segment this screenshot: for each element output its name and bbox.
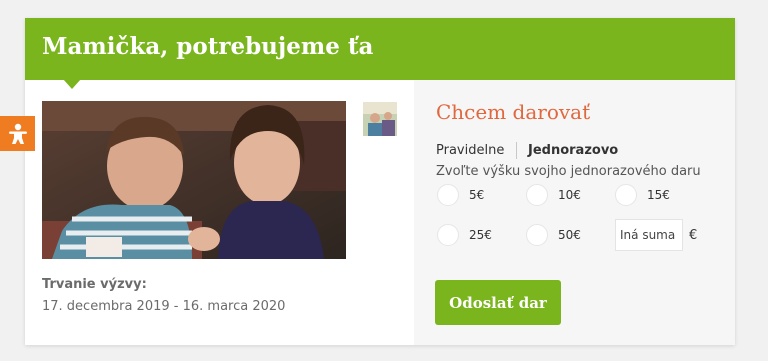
thumbnail-image bbox=[363, 102, 397, 136]
amount-hint: Zvoľte výšku svojho jednorazového daru bbox=[436, 164, 701, 179]
amount-label: 5€ bbox=[469, 188, 485, 202]
amount-option-15[interactable]: 15€ bbox=[615, 184, 670, 206]
amount-label: 50€ bbox=[558, 228, 581, 242]
duration-label: Trvanie výzvy: bbox=[42, 277, 147, 292]
amount-radio[interactable] bbox=[615, 184, 637, 206]
amount-radio[interactable] bbox=[526, 184, 548, 206]
campaign-badge bbox=[0, 116, 35, 151]
amount-option-25[interactable]: 25€ bbox=[437, 224, 492, 246]
other-amount-input[interactable] bbox=[615, 219, 683, 251]
tab-divider bbox=[516, 142, 517, 159]
header-notch bbox=[63, 79, 81, 89]
amount-option-10[interactable]: 10€ bbox=[526, 184, 581, 206]
tab-regular[interactable]: Pravidelne bbox=[436, 143, 504, 158]
amount-label: 10€ bbox=[558, 188, 581, 202]
campaign-photo bbox=[42, 101, 346, 259]
submit-donation-button[interactable]: Odoslať dar bbox=[435, 280, 561, 325]
amount-radio[interactable] bbox=[437, 184, 459, 206]
amount-label: 25€ bbox=[469, 228, 492, 242]
amount-radio[interactable] bbox=[437, 224, 459, 246]
campaign-title: Mamička, potrebujeme ťa bbox=[42, 33, 374, 60]
donate-title: Chcem darovať bbox=[436, 100, 591, 124]
photo-thumbnail[interactable] bbox=[363, 102, 397, 136]
duration-value: 17. decembra 2019 - 16. marca 2020 bbox=[42, 299, 286, 314]
child-figure-icon bbox=[8, 123, 27, 144]
currency-symbol: € bbox=[689, 228, 698, 243]
amount-radio[interactable] bbox=[526, 224, 548, 246]
amount-option-50[interactable]: 50€ bbox=[526, 224, 581, 246]
campaign-header: Mamička, potrebujeme ťa bbox=[25, 18, 735, 89]
amount-option-5[interactable]: 5€ bbox=[437, 184, 484, 206]
children-photo bbox=[42, 101, 346, 259]
amount-label: 15€ bbox=[647, 188, 670, 202]
tab-one-time[interactable]: Jednorazovo bbox=[528, 143, 618, 158]
